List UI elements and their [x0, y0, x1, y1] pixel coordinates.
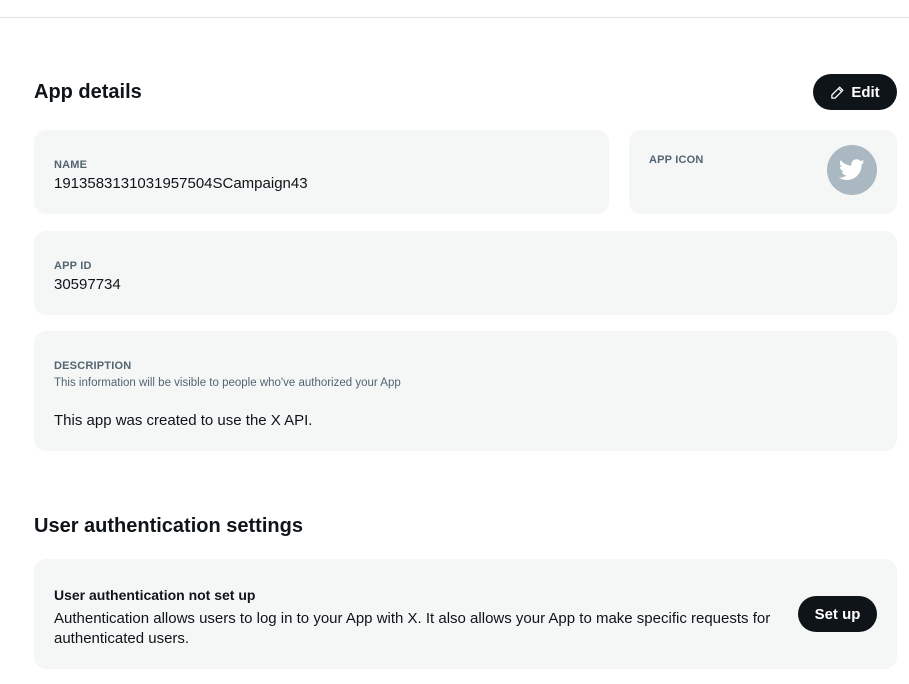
- description-card: DESCRIPTION This information will be vis…: [34, 331, 897, 451]
- user-auth-status-text: Authentication allows users to log in to…: [54, 610, 771, 647]
- app-id-value: 30597734: [54, 276, 121, 293]
- setup-button-label: Set up: [814, 605, 861, 623]
- app-icon-card: APP ICON: [629, 130, 897, 214]
- name-value: 1913583131031957504SCampaign43: [54, 175, 308, 192]
- app-details-title: App details: [34, 81, 142, 103]
- app-id-card: APP ID 30597734: [34, 231, 897, 315]
- app-icon-label: APP ICON: [649, 154, 704, 166]
- app-icon-avatar: [827, 145, 877, 195]
- description-value: This app was created to use the X API.: [54, 412, 313, 429]
- user-auth-title: User authentication settings: [34, 515, 303, 537]
- pencil-icon: [830, 85, 845, 100]
- user-auth-status-title: User authentication not set up: [54, 587, 256, 603]
- setup-button[interactable]: Set up: [798, 596, 877, 632]
- top-divider: [0, 17, 909, 18]
- name-label: NAME: [54, 159, 88, 171]
- edit-button-label: Edit: [851, 83, 880, 101]
- edit-button[interactable]: Edit: [813, 74, 897, 110]
- description-hint: This information will be visible to peop…: [54, 377, 401, 389]
- twitter-bird-icon: [839, 159, 865, 181]
- name-card: NAME 1913583131031957504SCampaign43: [34, 130, 609, 214]
- description-label: DESCRIPTION: [54, 360, 132, 372]
- user-auth-card: User authentication not set up Authentic…: [34, 559, 897, 669]
- app-id-label: APP ID: [54, 260, 92, 272]
